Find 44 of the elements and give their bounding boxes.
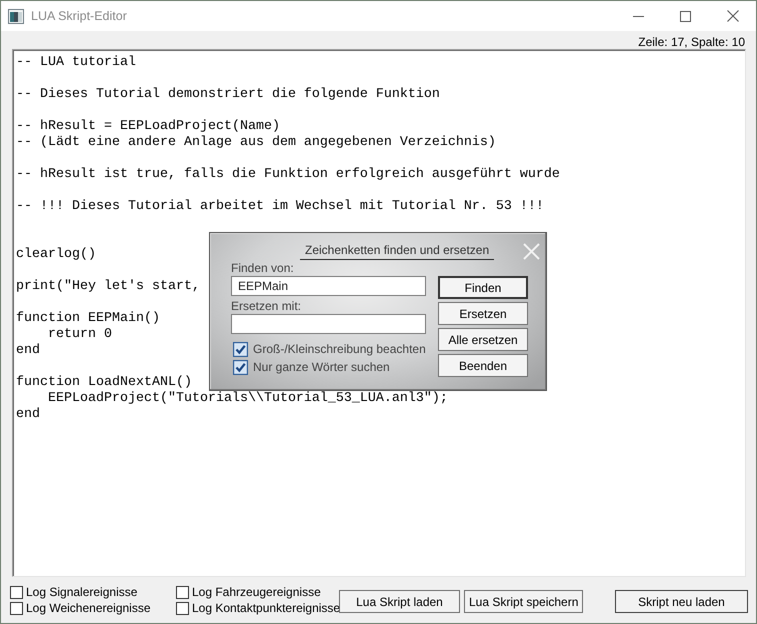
- code-line: print("Hey let's start,: [16, 279, 200, 294]
- checkbox[interactable]: [176, 602, 189, 614]
- code-line: -- LUA tutorial: [16, 55, 136, 70]
- checkbox-label: Log Fahrzeugereignisse: [192, 585, 321, 599]
- dialog-button[interactable]: Ersetzen: [438, 302, 528, 325]
- dialog-button[interactable]: Beenden: [438, 354, 528, 377]
- checkbox[interactable]: [176, 586, 189, 598]
- dialog-title: Zeichenketten finden und ersetzen: [300, 242, 494, 260]
- close-icon: [523, 243, 540, 260]
- code-line: return 0: [46, 327, 112, 342]
- checkbox[interactable]: [10, 586, 23, 598]
- code-line: end: [16, 343, 40, 358]
- checkbox[interactable]: [10, 602, 23, 614]
- checkbox-label: Log Weichenereignisse: [26, 601, 151, 615]
- window-title: LUA Skript-Editor: [31, 9, 127, 23]
- checkbox-label: Nur ganze Wörter suchen: [253, 360, 390, 374]
- code-line: -- Dieses Tutorial demonstriert die folgende Funktion: [16, 87, 440, 102]
- checkbox[interactable]: [233, 360, 248, 374]
- code-line: clearlog(): [16, 247, 96, 262]
- field-label: Ersetzen mit:: [231, 299, 302, 314]
- find-field[interactable]: EEPMain: [231, 276, 426, 296]
- maximize-icon: [680, 10, 691, 22]
- code-line: -- hResult ist true, falls die Funktion erfolgreich ausgeführt wurde: [16, 167, 560, 182]
- checkbox-label: Log Signalereignisse: [26, 585, 138, 599]
- dialog-button[interactable]: Finden: [438, 276, 528, 299]
- checkbox[interactable]: [233, 342, 248, 356]
- replace-field[interactable]: [231, 314, 426, 334]
- close-icon: [726, 10, 738, 22]
- action-button[interactable]: Lua Skript speichern: [464, 590, 583, 613]
- code-line: end: [16, 407, 40, 422]
- code-line: -- !!! Dieses Tutorial arbeitet im Wechsel mit Tutorial Nr. 53 !!!: [16, 199, 544, 214]
- cursor-position: Zeile: 17, Spalte: 10: [638, 35, 745, 49]
- code-line: -- hResult = EEPLoadProject(Name): [16, 119, 280, 134]
- code-line: EEPLoadProject("Tutorials\\Tutorial_53_LUA.anl3");: [46, 391, 448, 406]
- action-button[interactable]: Skript neu laden: [615, 590, 748, 613]
- action-button[interactable]: Lua Skript laden: [339, 590, 460, 613]
- code-line: function LoadNextANL(): [16, 375, 192, 390]
- checkbox-label: Groß-/Kleinschreibung beachten: [253, 342, 426, 356]
- dialog-button[interactable]: Alle ersetzen: [438, 328, 528, 351]
- checkbox-label: Log Kontaktpunktereignisse: [192, 601, 340, 615]
- app-window-icon: [8, 8, 24, 24]
- field-label: Finden von:: [231, 261, 294, 276]
- code-line: -- (Lädt eine andere Anlage aus dem angegebenen Verzeichnis): [16, 135, 496, 150]
- code-line: function EEPMain(): [16, 311, 160, 326]
